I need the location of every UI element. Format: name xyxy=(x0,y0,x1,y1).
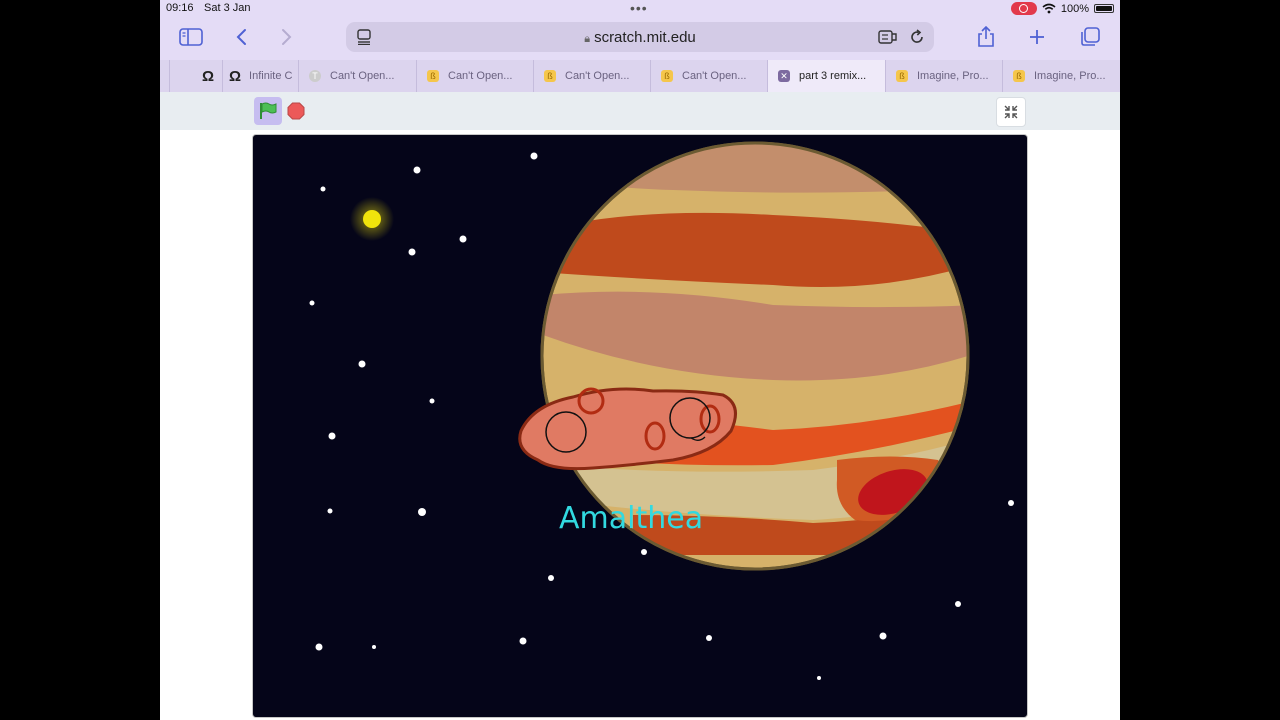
tab-0[interactable]: Ω xyxy=(169,60,193,92)
green-flag-button[interactable] xyxy=(254,97,282,125)
status-date: Sat 3 Jan xyxy=(204,2,251,14)
back-icon[interactable] xyxy=(227,22,255,52)
wifi-icon xyxy=(1042,3,1056,14)
scratch-favicon-icon: ß xyxy=(544,70,556,82)
scratch-favicon-icon: ß xyxy=(896,70,908,82)
reload-icon[interactable] xyxy=(909,29,925,50)
star xyxy=(372,645,376,649)
scratch-stage[interactable]: Amalthea xyxy=(252,134,1028,718)
t-favicon-icon: T xyxy=(309,70,321,82)
star xyxy=(408,248,416,256)
forward-icon[interactable] xyxy=(273,22,301,52)
stop-icon xyxy=(287,102,305,120)
tablet-screen: 09:16 Sat 3 Jan ••• 100% 🔒︎ scratch.mit.… xyxy=(160,0,1120,720)
omega-icon: Ω xyxy=(229,67,242,85)
screen-recording-icon[interactable] xyxy=(1010,2,1037,15)
star xyxy=(309,300,315,306)
star xyxy=(641,549,647,555)
star xyxy=(817,676,821,680)
address-bar[interactable]: 🔒︎ scratch.mit.edu xyxy=(346,22,934,52)
status-bar: 09:16 Sat 3 Jan ••• 100% xyxy=(160,0,1120,18)
tab-label: Can't Open... xyxy=(682,70,747,82)
star xyxy=(327,508,333,514)
star xyxy=(530,152,538,160)
star xyxy=(413,166,421,174)
browser-toolbar: 🔒︎ scratch.mit.edu xyxy=(160,18,1120,60)
tab-label: Infinite C xyxy=(249,70,293,82)
scratch-player-controls xyxy=(160,92,1120,130)
status-time: 09:16 xyxy=(166,2,194,14)
sprite-label: Amalthea xyxy=(559,501,704,536)
omega-icon: Ω xyxy=(202,67,215,85)
star xyxy=(429,398,435,404)
scratch-favicon-icon: ß xyxy=(661,70,673,82)
tabs-overview-icon[interactable] xyxy=(1076,22,1104,52)
url-text: scratch.mit.edu xyxy=(594,29,696,46)
tab-label: Can't Open... xyxy=(565,70,630,82)
scratch-favicon-icon: ß xyxy=(427,70,439,82)
star xyxy=(706,635,712,641)
tab-4[interactable]: ß Can't Open... xyxy=(533,60,651,92)
sidebar-icon[interactable] xyxy=(177,22,205,52)
plus-icon[interactable] xyxy=(1023,22,1051,52)
tab-label: Imagine, Pro... xyxy=(917,70,989,82)
star xyxy=(459,235,467,243)
tab-label: part 3 remix... xyxy=(799,70,867,82)
tab-8[interactable]: ß Imagine, Pro... xyxy=(1002,60,1120,92)
scratch-favicon-icon: ß xyxy=(1013,70,1025,82)
url-text-wrap: 🔒︎ scratch.mit.edu xyxy=(346,29,934,46)
sun xyxy=(350,197,394,241)
star xyxy=(328,432,336,440)
tab-0-favicon[interactable]: Ω xyxy=(192,60,220,92)
stage-canvas xyxy=(309,141,1014,680)
tab-5[interactable]: ß Can't Open... xyxy=(650,60,768,92)
star xyxy=(320,186,326,192)
status-right: 100% xyxy=(1010,2,1114,15)
star xyxy=(548,575,554,581)
tab-6-active[interactable]: ✕ part 3 remix... xyxy=(767,60,886,92)
battery-percent: 100% xyxy=(1060,2,1089,15)
tab-3[interactable]: ß Can't Open... xyxy=(416,60,534,92)
tab-label: Can't Open... xyxy=(448,70,513,82)
tab-7[interactable]: ß Imagine, Pro... xyxy=(885,60,1003,92)
star xyxy=(519,637,527,645)
stop-button[interactable] xyxy=(287,102,305,120)
star xyxy=(879,632,887,640)
star xyxy=(358,360,366,368)
star xyxy=(418,508,426,516)
star xyxy=(1008,500,1014,506)
tab-label: Imagine, Pro... xyxy=(1034,70,1106,82)
battery-icon xyxy=(1094,4,1114,13)
lock-icon: 🔒︎ xyxy=(584,33,591,45)
translate-icon[interactable] xyxy=(878,29,898,50)
tab-label: Can't Open... xyxy=(330,70,395,82)
multitasking-dots-icon[interactable]: ••• xyxy=(630,0,648,16)
green-flag-icon xyxy=(260,102,277,119)
share-icon[interactable] xyxy=(972,22,1000,52)
close-tab-icon[interactable]: ✕ xyxy=(778,70,790,82)
shrink-icon xyxy=(1004,105,1018,119)
tab-bar: Ω Ω Ω Infinite C T Can't Open... ß Can't… xyxy=(160,60,1120,93)
tab-2[interactable]: T Can't Open... xyxy=(298,60,416,92)
exit-fullscreen-button[interactable] xyxy=(996,97,1026,127)
tab-1[interactable]: Ω Infinite C xyxy=(222,60,299,92)
star xyxy=(315,643,323,651)
star xyxy=(955,601,961,607)
